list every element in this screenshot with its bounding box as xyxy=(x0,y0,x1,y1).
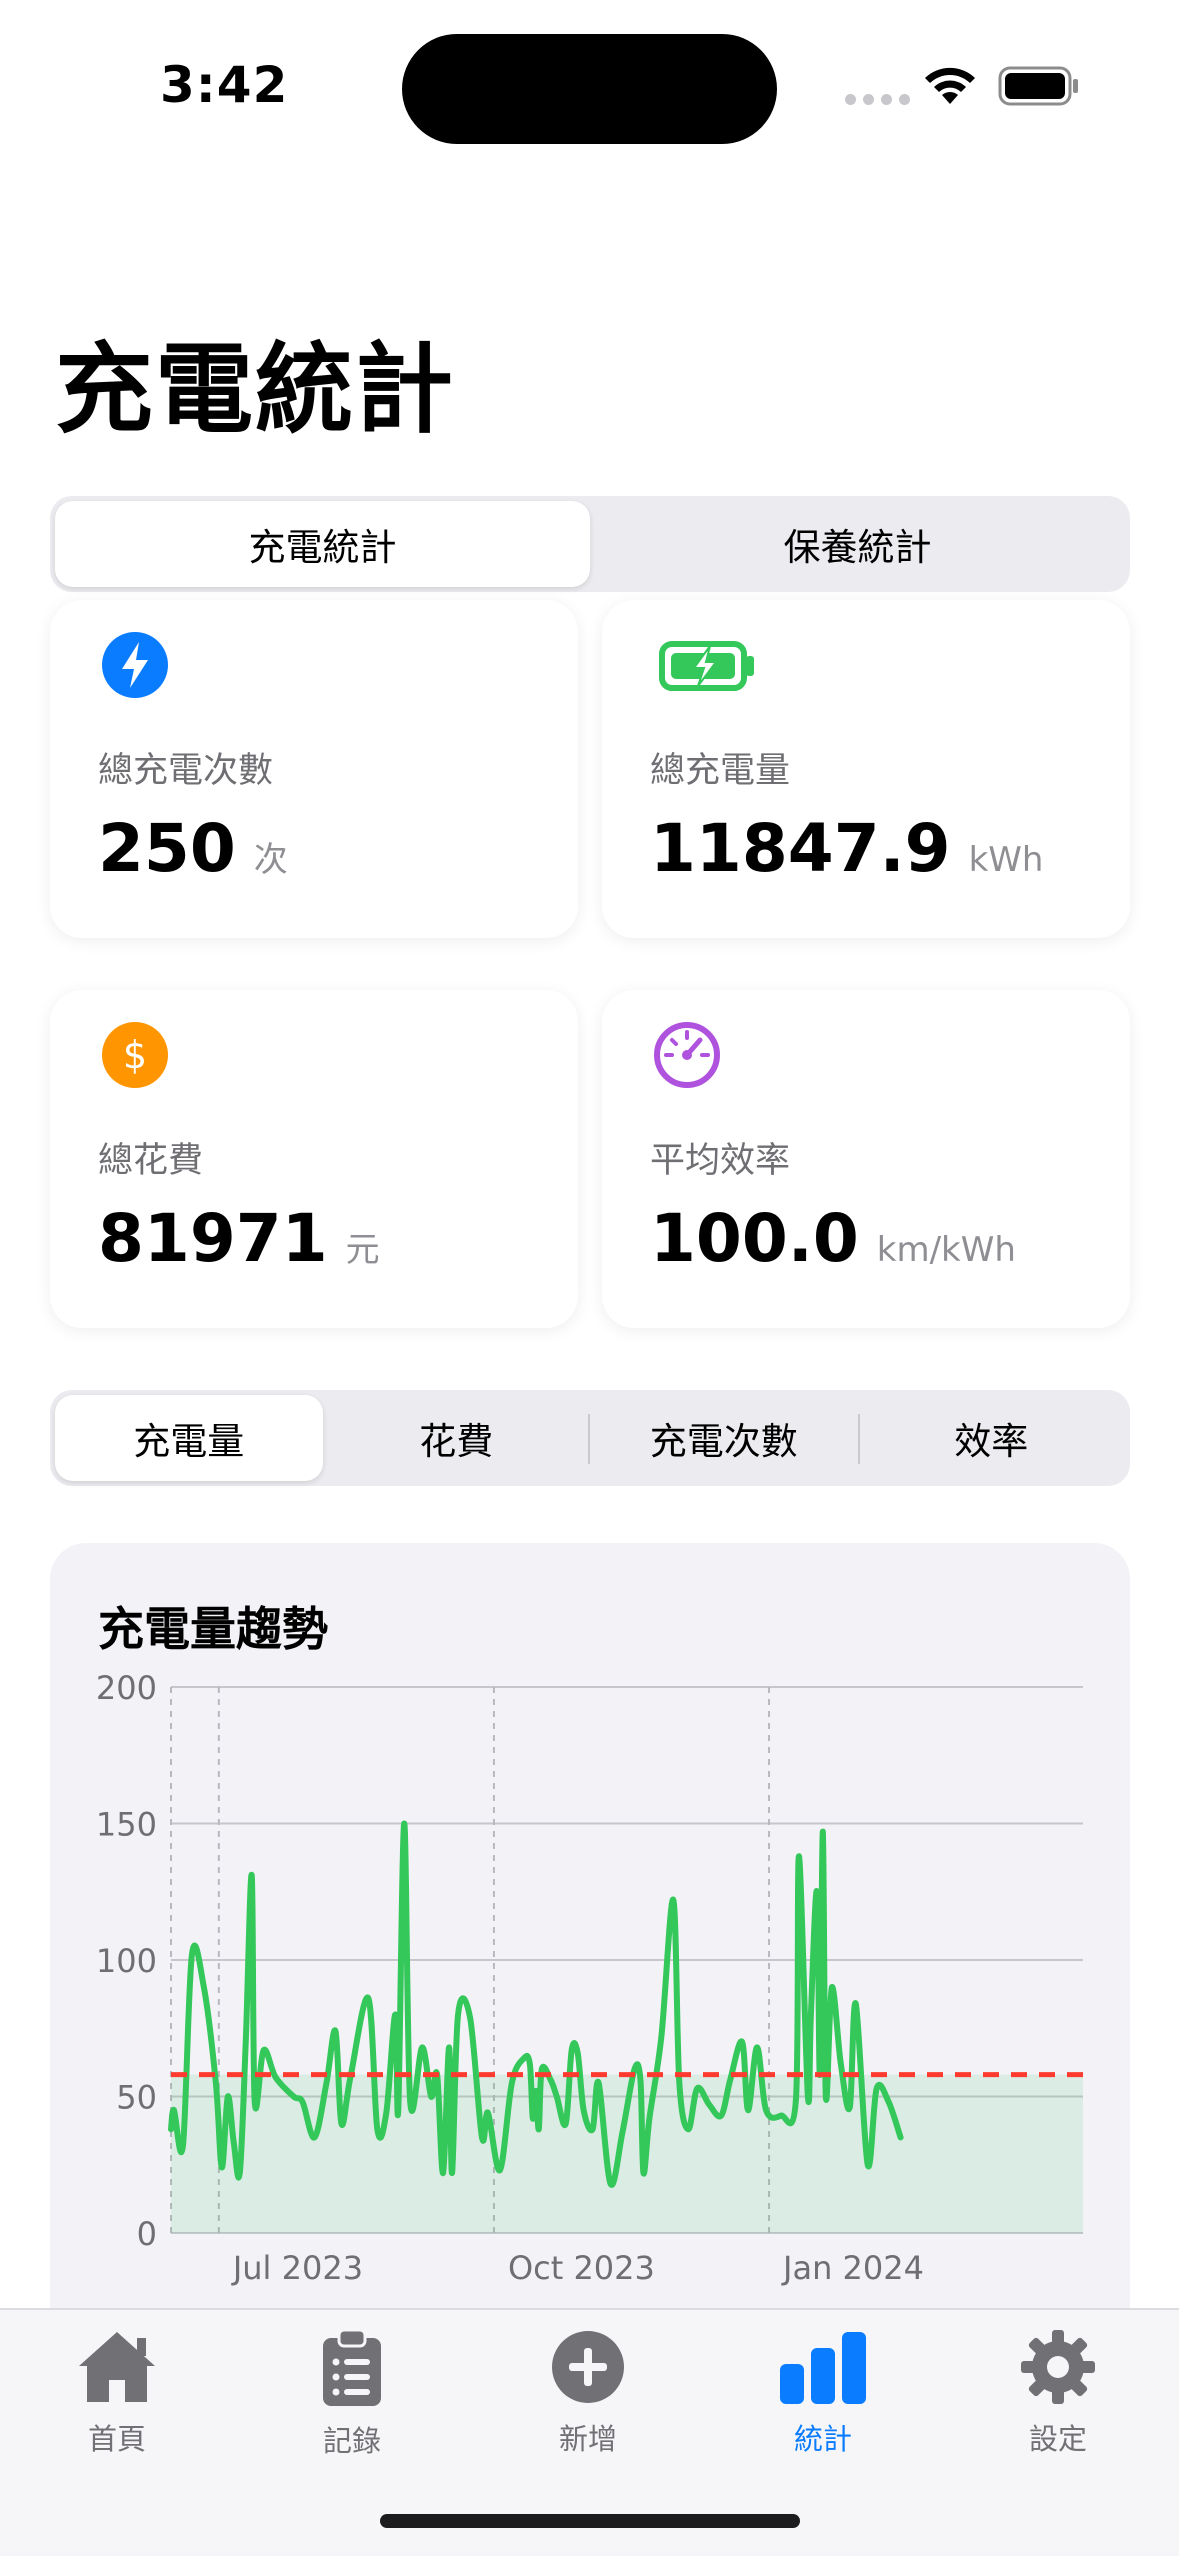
segment-count[interactable]: 充電次數 xyxy=(590,1395,858,1481)
segment-divider xyxy=(858,1414,860,1464)
y-tick-label: 200 xyxy=(96,1669,157,1707)
segment-label: 花費 xyxy=(419,1420,494,1463)
segment-maintenance-stats[interactable]: 保養統計 xyxy=(590,501,1125,587)
tab-label: 新增 xyxy=(558,2422,617,2456)
status-time: 3:42 xyxy=(160,56,289,114)
segment-charging-stats[interactable]: 充電統計 xyxy=(55,501,590,587)
segment-label: 充電量 xyxy=(133,1420,245,1463)
cellular-signal-icon xyxy=(845,94,910,105)
tab-add[interactable]: 新增 xyxy=(488,2328,688,2458)
segment-divider xyxy=(588,1414,590,1464)
stat-unit: 元 xyxy=(345,1230,380,1270)
tab-label: 統計 xyxy=(793,2422,852,2456)
x-tick-label: Jul 2023 xyxy=(231,2249,363,2287)
page-title: 充電統計 xyxy=(55,333,456,447)
home-icon xyxy=(79,2332,155,2402)
tab-label: 記錄 xyxy=(322,2424,381,2458)
tab-records[interactable]: 記錄 xyxy=(252,2328,452,2460)
stat-unit: km/kWh xyxy=(876,1230,1016,1270)
home-indicator xyxy=(380,2514,800,2528)
plus-circle-icon xyxy=(552,2331,624,2403)
metric-segmented-control: 充電量 花費 充電次數 效率 xyxy=(50,1390,1130,1486)
y-tick-label: 100 xyxy=(96,1942,157,1980)
segment-label: 保養統計 xyxy=(783,526,932,569)
stat-card-total-sessions[interactable]: 總充電次數 250 次 xyxy=(50,600,578,938)
segment-cost[interactable]: 花費 xyxy=(323,1395,591,1481)
segment-energy[interactable]: 充電量 xyxy=(55,1395,323,1481)
dynamic-island xyxy=(402,34,777,144)
gauge-icon xyxy=(654,1022,720,1088)
stat-value: 100.0 xyxy=(650,1200,859,1277)
tab-settings[interactable]: 設定 xyxy=(958,2328,1158,2458)
tab-label: 設定 xyxy=(1028,2422,1087,2456)
segment-label: 效率 xyxy=(954,1420,1029,1463)
tab-label: 首頁 xyxy=(87,2422,146,2456)
segment-label: 充電次數 xyxy=(649,1420,798,1463)
tab-stats[interactable]: 統計 xyxy=(723,2328,923,2458)
dollar-icon: $ xyxy=(102,1022,168,1088)
stat-card-avg-efficiency[interactable]: 平均效率 100.0 km/kWh xyxy=(602,990,1130,1328)
stat-value: 11847.9 xyxy=(650,810,951,887)
stat-card-total-energy[interactable]: 總充電量 11847.9 kWh xyxy=(602,600,1130,938)
y-tick-label: 150 xyxy=(96,1806,157,1844)
y-tick-label: 0 xyxy=(137,2215,157,2253)
stat-label: 平均效率 xyxy=(650,1141,791,1181)
stat-label: 總充電量 xyxy=(650,751,791,791)
stat-label: 總充電次數 xyxy=(98,751,274,791)
stat-unit: kWh xyxy=(968,840,1044,880)
stat-unit: 次 xyxy=(253,840,288,880)
battery-charging-icon xyxy=(659,641,754,691)
x-tick-label: Jan 2024 xyxy=(781,2249,924,2287)
stats-type-segmented-control: 充電統計 保養統計 xyxy=(50,496,1130,592)
tab-home[interactable]: 首頁 xyxy=(17,2328,217,2458)
stat-value: 250 xyxy=(98,810,236,887)
chart-bars-icon xyxy=(780,2332,866,2404)
svg-text:$: $ xyxy=(123,1033,147,1077)
clipboard-icon xyxy=(323,2328,381,2406)
battery-icon xyxy=(998,66,1078,106)
lightning-icon xyxy=(102,632,168,698)
x-tick-label: Oct 2023 xyxy=(508,2249,655,2287)
stat-value: 81971 xyxy=(98,1200,328,1277)
segment-efficiency[interactable]: 效率 xyxy=(858,1395,1126,1481)
stat-label: 總花費 xyxy=(98,1141,204,1181)
segment-label: 充電統計 xyxy=(248,526,397,569)
stat-card-total-cost[interactable]: $ 總花費 81971 元 xyxy=(50,990,578,1328)
y-tick-label: 50 xyxy=(116,2079,157,2117)
gear-icon xyxy=(1021,2330,1095,2404)
wifi-icon xyxy=(925,67,975,104)
